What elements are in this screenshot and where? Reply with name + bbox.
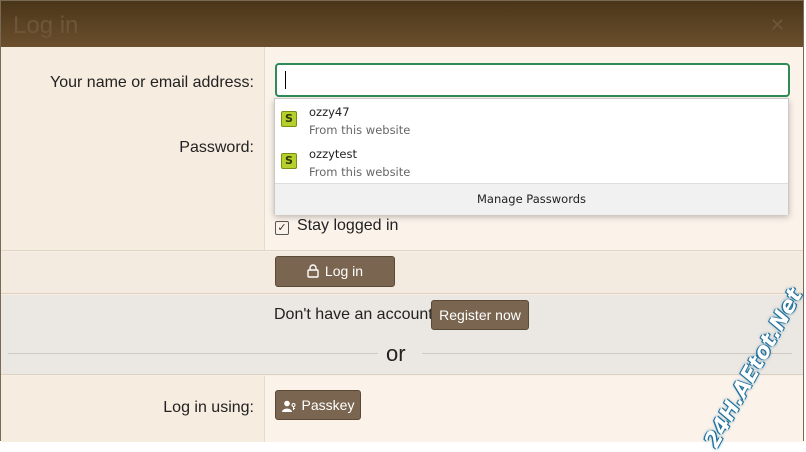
site-favicon-icon: S (281, 153, 297, 169)
login-button-row (1, 252, 803, 294)
text-caret (285, 71, 286, 89)
manage-passwords-button[interactable]: Manage Passwords (275, 183, 788, 215)
divider-right (422, 353, 792, 354)
user-key-icon (281, 400, 296, 412)
account-source: From this website (309, 123, 411, 137)
stay-logged-in-toggle[interactable]: ✓ Stay logged in (275, 217, 398, 235)
checkbox-checked-icon[interactable]: ✓ (275, 221, 289, 235)
account-suggestion[interactable]: S ozzy47 From this website (275, 99, 788, 141)
passkey-button[interactable]: Passkey (275, 390, 361, 420)
login-button-label: Log in (324, 263, 364, 279)
or-separator: or (386, 341, 406, 366)
account-username: ozzytest (309, 147, 357, 161)
password-label: Password: (179, 139, 254, 156)
login-using-row: Log in using: (1, 376, 803, 442)
account-username: ozzy47 (309, 105, 350, 119)
label-column: Your name or email address: Password: (1, 47, 265, 250)
stay-logged-in-label: Stay logged in (297, 217, 399, 234)
login-using-label: Log in using: (163, 399, 254, 416)
dialog-title: Log in (13, 12, 79, 39)
login-button[interactable]: Log in (275, 256, 395, 287)
account-source: From this website (309, 165, 411, 179)
site-favicon-icon: S (281, 111, 297, 127)
divider-left (8, 353, 378, 354)
passkey-button-label: Passkey (301, 397, 355, 413)
close-icon[interactable]: ✕ (770, 15, 785, 36)
no-account-text: Don't have an account? (274, 306, 442, 323)
register-button[interactable]: Register now (431, 300, 529, 330)
name-label: Your name or email address: (50, 74, 254, 91)
name-email-input[interactable] (275, 63, 790, 97)
lock-icon (307, 264, 319, 278)
dialog-titlebar: Log in ✕ (1, 1, 803, 47)
password-autocomplete-popup: S ozzy47 From this website S ozzytest Fr… (274, 98, 789, 215)
label-column: Log in using: (1, 376, 265, 442)
account-suggestion[interactable]: S ozzytest From this website (275, 141, 788, 183)
